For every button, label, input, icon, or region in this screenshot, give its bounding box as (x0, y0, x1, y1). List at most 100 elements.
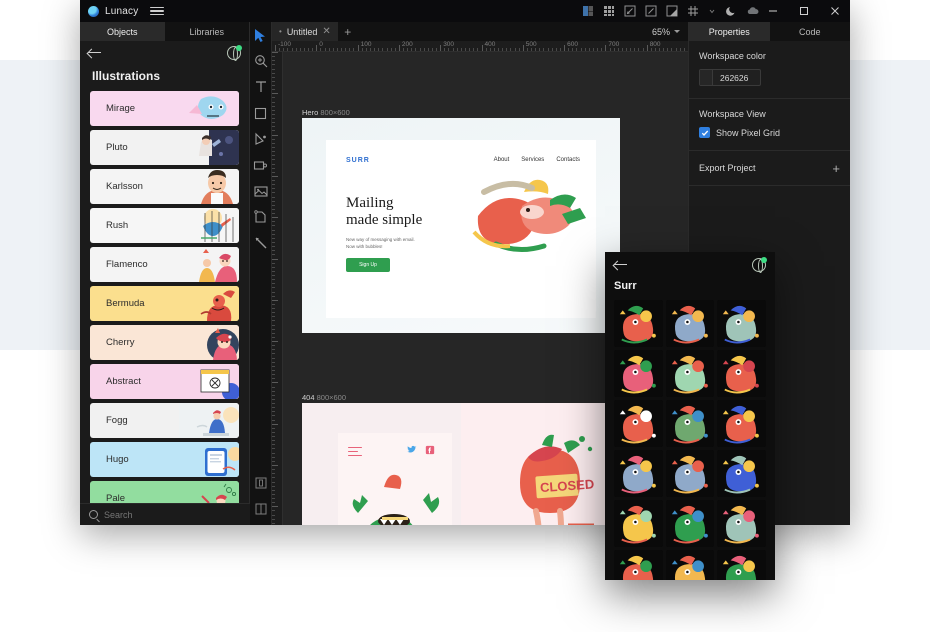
list-item[interactable]: Karlsson (90, 169, 239, 204)
surr-thumbnail[interactable] (717, 500, 766, 547)
surr-thumbnail[interactable] (665, 350, 715, 397)
surr-thumbnail[interactable] (665, 300, 715, 347)
text-tool[interactable] (253, 79, 269, 95)
chevron-down-icon[interactable] (708, 5, 716, 17)
twitter-icon[interactable] (407, 445, 417, 455)
artboard-canvas-404[interactable]: CLOSED (302, 403, 620, 525)
hero-subtext-line2: Now with bubbles! (346, 244, 383, 249)
pixel-grid-icon[interactable] (687, 5, 699, 17)
hero-nav-about[interactable]: About (494, 157, 510, 163)
main-menu-icon[interactable] (150, 6, 165, 16)
rectangle-tool[interactable] (253, 105, 269, 121)
surr-thumbnail[interactable] (614, 350, 663, 397)
new-tab-button[interactable]: + (338, 22, 358, 41)
panel-layout-split-icon[interactable] (253, 501, 269, 517)
hamburger-icon[interactable] (348, 447, 362, 457)
surr-thumbnail[interactable] (665, 550, 715, 580)
zoom-tool[interactable] (253, 53, 269, 69)
surr-thumbnail[interactable] (665, 500, 715, 547)
list-item[interactable]: Fogg (90, 403, 239, 438)
list-item[interactable]: Pluto (90, 130, 239, 165)
surr-thumbnail[interactable] (614, 300, 663, 347)
tab-code[interactable]: Code (769, 22, 850, 41)
artboard-size: 800×600 (320, 108, 350, 117)
surr-popup-panel: Surr (605, 252, 775, 580)
shape-tool[interactable] (253, 209, 269, 225)
horizontal-ruler[interactable]: -100 0 100 200 300 400 500 600 700 800 (272, 41, 688, 52)
close-icon[interactable]: ✕ (322, 26, 330, 37)
surr-thumbnail[interactable] (717, 450, 766, 497)
list-item-thumbnail (179, 403, 239, 438)
add-export-button[interactable]: + (832, 162, 840, 175)
list-item[interactable]: Hugo (90, 442, 239, 477)
surr-thumbnail[interactable] (717, 400, 766, 447)
artboard-canvas-hero[interactable]: SURR About Services Contacts Mailing mad… (302, 118, 620, 333)
arrow-left-icon[interactable] (614, 260, 628, 270)
vertical-ruler[interactable] (272, 52, 283, 525)
surr-popup-header (605, 252, 775, 278)
surr-thumbnail[interactable] (717, 300, 766, 347)
list-item[interactable]: Cherry (90, 325, 239, 360)
image-tool[interactable] (253, 183, 269, 199)
panel-layout-single-icon[interactable] (253, 475, 269, 491)
hero-headline-line2: made simple (346, 212, 423, 228)
modified-indicator: • (279, 27, 282, 36)
closed-sign-text: CLOSED (540, 476, 595, 495)
list-item[interactable]: Mirage (90, 91, 239, 126)
grid-icon[interactable] (603, 5, 615, 17)
surr-thumbnail[interactable] (665, 450, 715, 497)
list-item[interactable]: Abstract (90, 364, 239, 399)
contrast-icon[interactable] (666, 5, 678, 17)
close-button[interactable] (819, 0, 850, 22)
moon-icon[interactable] (725, 5, 737, 17)
pen-tool[interactable] (253, 131, 269, 147)
ruler-label: 600 (567, 41, 578, 48)
scale-down-icon[interactable] (624, 5, 636, 17)
section-export-project: Export Project + (689, 151, 850, 186)
color-swatch[interactable] (700, 70, 713, 85)
checkbox-show-pixel-grid[interactable] (699, 127, 710, 138)
search-bar[interactable] (80, 503, 250, 525)
hero-nav: About Services Contacts (494, 157, 580, 163)
hero-subtext-line1: New way of messaging with email. (346, 237, 415, 242)
surr-thumbnail[interactable] (614, 550, 663, 580)
globe-icon[interactable] (227, 45, 242, 61)
globe-icon[interactable] (752, 257, 767, 273)
tab-objects[interactable]: Objects (80, 22, 165, 41)
tab-libraries[interactable]: Libraries (164, 22, 249, 41)
document-tab-untitled[interactable]: • Untitled ✕ (272, 22, 338, 41)
surr-thumbnail[interactable] (665, 400, 715, 447)
maximize-button[interactable] (788, 0, 819, 22)
arrow-left-icon[interactable] (88, 48, 102, 58)
artboard-tool[interactable] (253, 157, 269, 173)
surr-thumbnail-grid (605, 300, 775, 580)
search-input[interactable] (104, 509, 224, 520)
scale-up-icon[interactable] (645, 5, 657, 17)
line-tool[interactable] (253, 235, 269, 251)
cursor-tool[interactable] (253, 27, 269, 43)
surr-thumbnail[interactable] (614, 400, 663, 447)
list-item[interactable]: Rush (90, 208, 239, 243)
artboard-404[interactable]: 404 800×600 CLOSED (302, 393, 620, 525)
artboard-icon[interactable] (582, 5, 594, 17)
list-item[interactable]: Bermuda (90, 286, 239, 321)
workspace-color-field[interactable]: 262626 (699, 69, 761, 86)
chevron-down-icon (674, 30, 680, 33)
zoom-level-control[interactable]: 65% (652, 22, 680, 41)
title-bar: Lunacy (80, 0, 850, 22)
surr-thumbnail[interactable] (614, 450, 663, 497)
hero-nav-contacts[interactable]: Contacts (556, 157, 580, 163)
show-pixel-grid-row[interactable]: Show Pixel Grid (699, 127, 840, 138)
list-item[interactable]: Flamenco (90, 247, 239, 282)
surr-thumbnail[interactable] (717, 350, 766, 397)
minimize-button[interactable] (757, 0, 788, 22)
hero-nav-services[interactable]: Services (521, 157, 544, 163)
list-item-label: Rush (106, 220, 129, 231)
surr-thumbnail[interactable] (717, 550, 766, 580)
list-item-label: Flamenco (106, 259, 148, 270)
artboard-hero[interactable]: Hero 800×600 SURR About Services Contact… (302, 108, 620, 333)
hero-cta-button[interactable]: Sign Up (346, 258, 390, 272)
surr-thumbnail[interactable] (614, 500, 663, 547)
tab-properties[interactable]: Properties (689, 22, 770, 41)
facebook-icon[interactable] (425, 445, 435, 455)
